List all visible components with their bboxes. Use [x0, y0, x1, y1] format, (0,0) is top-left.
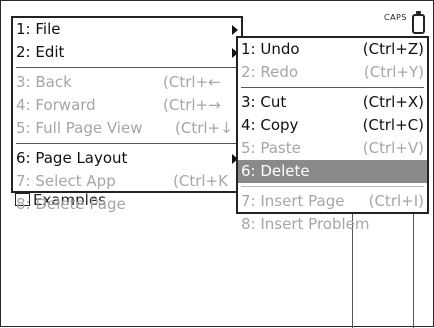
menu-item-label: 1: Undo [241, 40, 300, 58]
menu-item-shortcut: (Ctrl+K [173, 172, 228, 190]
submenu-arrow-icon [232, 25, 238, 35]
menu-item-insert-page[interactable]: 7: Insert Page (Ctrl+I) [238, 190, 427, 213]
menu-item-label: 8: Delete Page [16, 195, 126, 213]
menu-item-label: 3: Back [16, 73, 72, 91]
menu-item-shortcut: (Ctrl+C) [362, 116, 424, 134]
menu-separator [241, 186, 424, 187]
menu-item-shortcut: (Ctrl+← [163, 73, 221, 91]
menu-item-label: 6: Page Layout [16, 149, 128, 167]
menu-item-shortcut: (Ctrl+V) [362, 139, 424, 157]
menu-item-cut[interactable]: 3: Cut (Ctrl+X) [238, 91, 427, 114]
menu-item-shortcut: (Ctrl+X) [362, 93, 424, 111]
menu-item-redo[interactable]: 2: Redo (Ctrl+Y) [238, 61, 427, 84]
menu-item-label: 4: Forward [16, 96, 96, 114]
menu-item-forward[interactable]: 4: Forward (Ctrl+→ [13, 94, 241, 117]
menu-item-label: 6: Delete [241, 162, 310, 180]
menu-item-file[interactable]: 1: File [13, 18, 241, 41]
menu-item-full-page-view[interactable]: 5: Full Page View (Ctrl+↓ [13, 117, 241, 140]
calculator-screen: CAPS Examples 1: File 2: Edit 3: Back (C… [0, 0, 434, 328]
menu-item-shortcut: (Ctrl+Y) [363, 63, 424, 81]
menu-item-shortcut: (Ctrl+↓ [175, 119, 233, 137]
main-menu: 1: File 2: Edit 3: Back (Ctrl+← 4: Forwa… [11, 16, 243, 213]
menu-item-label: 4: Copy [241, 116, 299, 134]
menu-item-shortcut: (Ctrl+→ [163, 96, 221, 114]
menu-item-undo[interactable]: 1: Undo (Ctrl+Z) [238, 38, 427, 61]
menu-item-label: 7: Select App [16, 172, 116, 190]
menu-item-label: 3: Cut [241, 93, 287, 111]
battery-icon [412, 11, 425, 34]
menu-item-label: 5: Paste [241, 139, 301, 157]
edit-submenu: 1: Undo (Ctrl+Z) 2: Redo (Ctrl+Y) 3: Cut… [236, 36, 429, 233]
menu-item-delete[interactable]: 6: Delete [238, 160, 427, 183]
menu-separator [16, 67, 238, 68]
menu-item-label: 8: Insert Problem [241, 215, 370, 233]
menu-item-insert-problem[interactable]: 8: Insert Problem [238, 213, 427, 236]
menu-separator [241, 87, 424, 88]
caps-indicator: CAPS [384, 13, 407, 22]
menu-item-shortcut: (Ctrl+I) [368, 192, 424, 210]
menu-item-label: 2: Edit [16, 43, 65, 61]
menu-separator [16, 143, 238, 144]
menu-item-label: 1: File [16, 20, 61, 38]
menu-item-shortcut: (Ctrl+Z) [362, 40, 424, 58]
menu-item-back[interactable]: 3: Back (Ctrl+← [13, 71, 241, 94]
menu-item-label: 7: Insert Page [241, 192, 345, 210]
menu-item-delete-page[interactable]: 8: Delete Page [13, 193, 241, 216]
menu-item-page-layout[interactable]: 6: Page Layout [13, 147, 241, 170]
menu-item-copy[interactable]: 4: Copy (Ctrl+C) [238, 114, 427, 137]
menu-item-select-app[interactable]: 7: Select App (Ctrl+K [13, 170, 241, 193]
menu-item-label: 5: Full Page View [16, 119, 143, 137]
menu-item-paste[interactable]: 5: Paste (Ctrl+V) [238, 137, 427, 160]
menu-item-label: 2: Redo [241, 63, 299, 81]
menu-item-edit[interactable]: 2: Edit [13, 41, 241, 64]
